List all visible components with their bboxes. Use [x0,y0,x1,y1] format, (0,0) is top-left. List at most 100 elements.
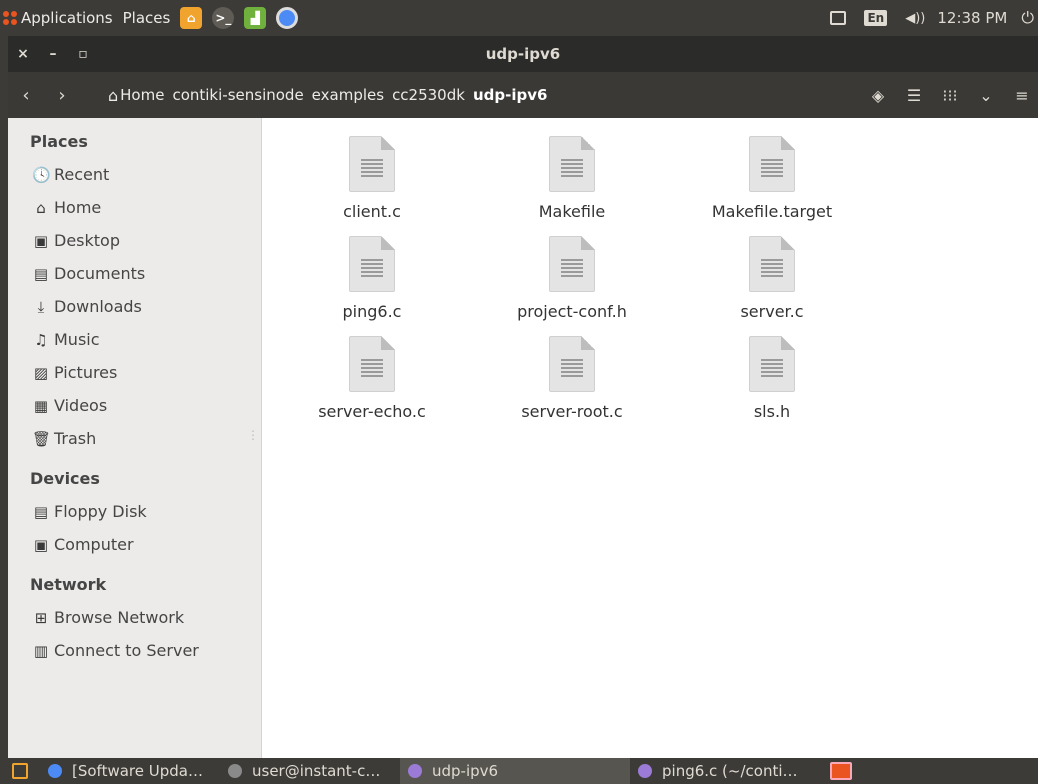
network-icon: ⊞ [34,608,48,627]
sidebar-item-label: Home [54,198,102,217]
sidebar-header-network: Network [30,575,107,594]
sidebar-item-label: Browse Network [54,608,185,627]
file-item[interactable]: ping6.c [292,236,452,321]
sidebar-item-computer[interactable]: ▣ Computer [8,528,261,561]
places-menu[interactable]: Places [123,9,171,27]
notification-icon[interactable] [830,11,847,25]
taskbar-item[interactable]: user@instant-c… [220,758,400,784]
sidebar-item-label: Desktop [54,231,120,250]
breadcrumb-cc2530dk[interactable]: cc2530dk [388,86,469,104]
file-name: sls.h [753,402,791,421]
file-item[interactable]: server-root.c [492,336,652,421]
sidebar-item-browse-network[interactable]: ⊞ Browse Network [8,601,261,634]
recent-icon: 🕓 [32,165,51,184]
file-item[interactable]: Makefile.target [692,136,852,221]
text-file-icon [349,336,395,392]
keyboard-layout-indicator[interactable]: En [864,10,888,26]
file-name: project-conf.h [517,302,627,321]
file-item[interactable]: sls.h [692,336,852,421]
clock[interactable]: 12:38 PM [937,9,1007,27]
sidebar-item-connect-to-server[interactable]: ▥ Connect to Server [8,634,261,667]
chevron-down-icon[interactable]: ⌄ [970,86,1002,105]
breadcrumb-udp-ipv6[interactable]: udp-ipv6 [469,86,551,104]
sidebar-header-places: Places [30,132,88,151]
home-folder-launcher-icon[interactable]: ⌂ [180,7,203,29]
taskbar-item-label: [Software Upda… [72,762,203,780]
videos-icon: ▦ [33,396,49,415]
window-titlebar[interactable]: × – ▫ udp-ipv6 [8,36,1038,72]
sidebar-item-home[interactable]: ⌂ Home [8,191,261,224]
sidebar-item-label: Pictures [54,363,118,382]
taskbar-item-active[interactable]: udp-ipv6 [400,758,630,784]
sidebar-item-music[interactable]: ♫ Music [8,323,261,356]
taskbar-item-label: ping6.c (~/conti… [662,762,798,780]
text-file-icon [549,236,595,292]
sidebar: Places 🕓 Recent ⌂ Home ▣ Desktop ▤ Documents… [8,118,262,758]
applications-icon[interactable] [3,11,17,25]
sidebar-item-label: Trash [54,429,97,448]
file-name: Makefile.target [711,202,833,221]
text-file-icon [749,136,795,192]
file-item[interactable]: server-echo.c [292,336,452,421]
sidebar-item-videos[interactable]: ▦ Videos [8,389,261,422]
minimize-button[interactable]: – [38,46,68,62]
sidebar-item-pictures[interactable]: ▨ Pictures [8,356,261,389]
sidebar-header-devices: Devices [30,469,100,488]
sidebar-item-desktop[interactable]: ▣ Desktop [8,224,261,257]
taskbar-item[interactable]: [Software Upda… [40,758,220,784]
grid-view-icon[interactable]: ⁝⁝⁝ [934,86,966,105]
sidebar-item-documents[interactable]: ▤ Documents [8,257,261,290]
breadcrumb-examples[interactable]: examples [308,86,388,104]
top-panel: Applications Places ⌂ >_ ▟ En ◀)) 12:38 … [0,0,1038,36]
text-editor-icon [638,764,652,778]
terminal-launcher-icon[interactable]: >_ [212,7,235,29]
sidebar-item-trash[interactable]: 🗑 Trash [8,422,261,455]
chromium-launcher-icon[interactable] [276,7,299,29]
file-view[interactable]: client.c Makefile Makefile.target ping6.… [262,118,1038,758]
file-name: server-echo.c [318,402,426,421]
back-button[interactable]: ‹ [8,85,44,106]
sidebar-item-floppy-disk[interactable]: ▤ Floppy Disk [8,495,261,528]
file-item[interactable]: client.c [292,136,452,221]
home-icon: ⌂ [36,198,46,217]
computer-icon: ▣ [33,535,49,554]
sidebar-item-label: Connect to Server [54,641,199,660]
panel-menu: Applications Places ⌂ >_ ▟ [0,0,308,36]
power-icon[interactable]: ⏻ [1021,8,1034,28]
home-icon: ⌂ [108,85,119,105]
maximize-button[interactable]: ▫ [68,46,98,62]
breadcrumb-home[interactable]: ⌂ Home [104,86,168,105]
server-icon: ▥ [33,641,49,660]
breadcrumb-contiki-sensinode[interactable]: contiki-sensinode [168,86,307,104]
file-item[interactable]: Makefile [492,136,652,221]
sidebar-item-label: Downloads [54,297,142,316]
location-icon[interactable]: ◈ [862,86,894,105]
forward-button[interactable]: › [44,85,80,106]
sidebar-item-label: Computer [54,535,134,554]
applications-menu[interactable]: Applications [21,9,113,27]
volume-icon[interactable]: ◀)) [905,11,925,26]
sidebar-item-label: Recent [54,165,110,184]
file-item[interactable]: server.c [692,236,852,321]
close-button[interactable]: × [8,46,38,62]
system-monitor-launcher-icon[interactable]: ▟ [244,7,267,29]
taskbar-item-label: user@instant-c… [252,762,381,780]
file-name: server-root.c [521,402,623,421]
floppy-disk-icon: ▤ [33,502,49,521]
sidebar-item-recent[interactable]: 🕓 Recent [8,158,261,191]
software-updater-icon [48,764,62,778]
sidebar-item-downloads[interactable]: ⤓ Downloads [8,290,261,323]
hamburger-menu-icon[interactable]: ≡ [1006,86,1038,105]
taskbar-item-label: udp-ipv6 [432,762,499,780]
workspace-switcher-icon[interactable] [830,762,852,780]
file-item[interactable]: project-conf.h [492,236,652,321]
file-name: ping6.c [342,302,402,321]
text-file-icon [749,336,795,392]
file-manager-toolbar: ‹ › ⌂ Home contiki-sensinode examples cc… [8,72,1038,118]
text-file-icon [749,236,795,292]
show-desktop-icon[interactable] [12,763,28,779]
sidebar-resize-handle[interactable]: ⋮ [247,428,259,442]
list-view-icon[interactable]: ☰ [898,86,930,105]
taskbar-item[interactable]: ping6.c (~/conti… [630,758,820,784]
text-file-icon [349,136,395,192]
